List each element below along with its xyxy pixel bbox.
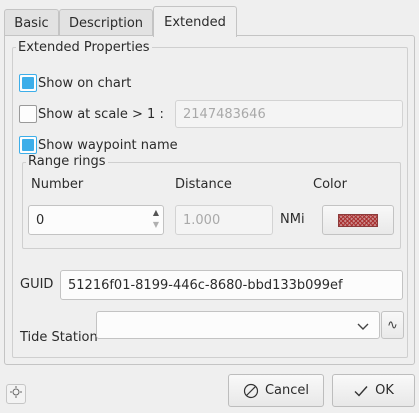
range-rings-group: Range rings Number Distance Color 0 ▲ ▼ …: [22, 155, 401, 249]
show-on-chart-label: Show on chart: [38, 75, 132, 91]
cancel-icon: [243, 383, 259, 399]
show-on-chart-checkbox[interactable]: [19, 74, 37, 92]
show-at-scale-label: Show at scale > 1 :: [38, 106, 164, 122]
spinbox-arrows[interactable]: ▲ ▼: [149, 206, 163, 232]
scale-input[interactable]: 2147483646: [175, 100, 403, 128]
show-waypoint-name-checkbox[interactable]: [19, 136, 37, 154]
color-label: Color: [313, 177, 347, 192]
ok-button[interactable]: OK: [332, 374, 415, 407]
group-title: Extended Properties: [16, 40, 152, 55]
tide-station-button[interactable]: ∿: [381, 311, 404, 339]
show-waypoint-name-label: Show waypoint name: [38, 137, 178, 153]
location-button[interactable]: [6, 384, 26, 404]
distance-label: Distance: [175, 177, 232, 192]
range-rings-title: Range rings: [26, 154, 108, 169]
tab-description[interactable]: Description: [59, 9, 153, 36]
number-spinbox[interactable]: 0 ▲ ▼: [28, 205, 164, 235]
tide-station-select[interactable]: [96, 311, 380, 339]
chevron-up-icon[interactable]: ▲: [149, 207, 163, 219]
location-icon: [10, 386, 22, 402]
number-label: Number: [31, 177, 84, 192]
show-on-chart-row[interactable]: Show on chart: [19, 73, 131, 93]
show-at-scale-checkbox[interactable]: [19, 105, 37, 123]
show-at-scale-row[interactable]: Show at scale > 1 :: [19, 104, 164, 124]
chevron-down-icon[interactable]: ▼: [149, 219, 163, 231]
guid-label: GUID: [20, 277, 54, 292]
color-picker-button[interactable]: [322, 205, 394, 235]
distance-unit: NMi: [280, 212, 305, 227]
show-waypoint-name-row[interactable]: Show waypoint name: [19, 135, 178, 155]
tab-extended[interactable]: Extended: [153, 6, 237, 37]
chevron-down-icon: [357, 320, 369, 335]
cancel-button[interactable]: Cancel: [228, 374, 324, 407]
checkmark-icon: [353, 383, 369, 399]
tide-station-label: Tide Station: [20, 330, 98, 345]
guid-input[interactable]: 51216f01-8199-446c-8680-bbd133b099ef: [60, 270, 403, 300]
tab-basic[interactable]: Basic: [4, 9, 59, 36]
distance-input[interactable]: 1.000: [175, 205, 273, 235]
color-swatch: [338, 213, 378, 227]
